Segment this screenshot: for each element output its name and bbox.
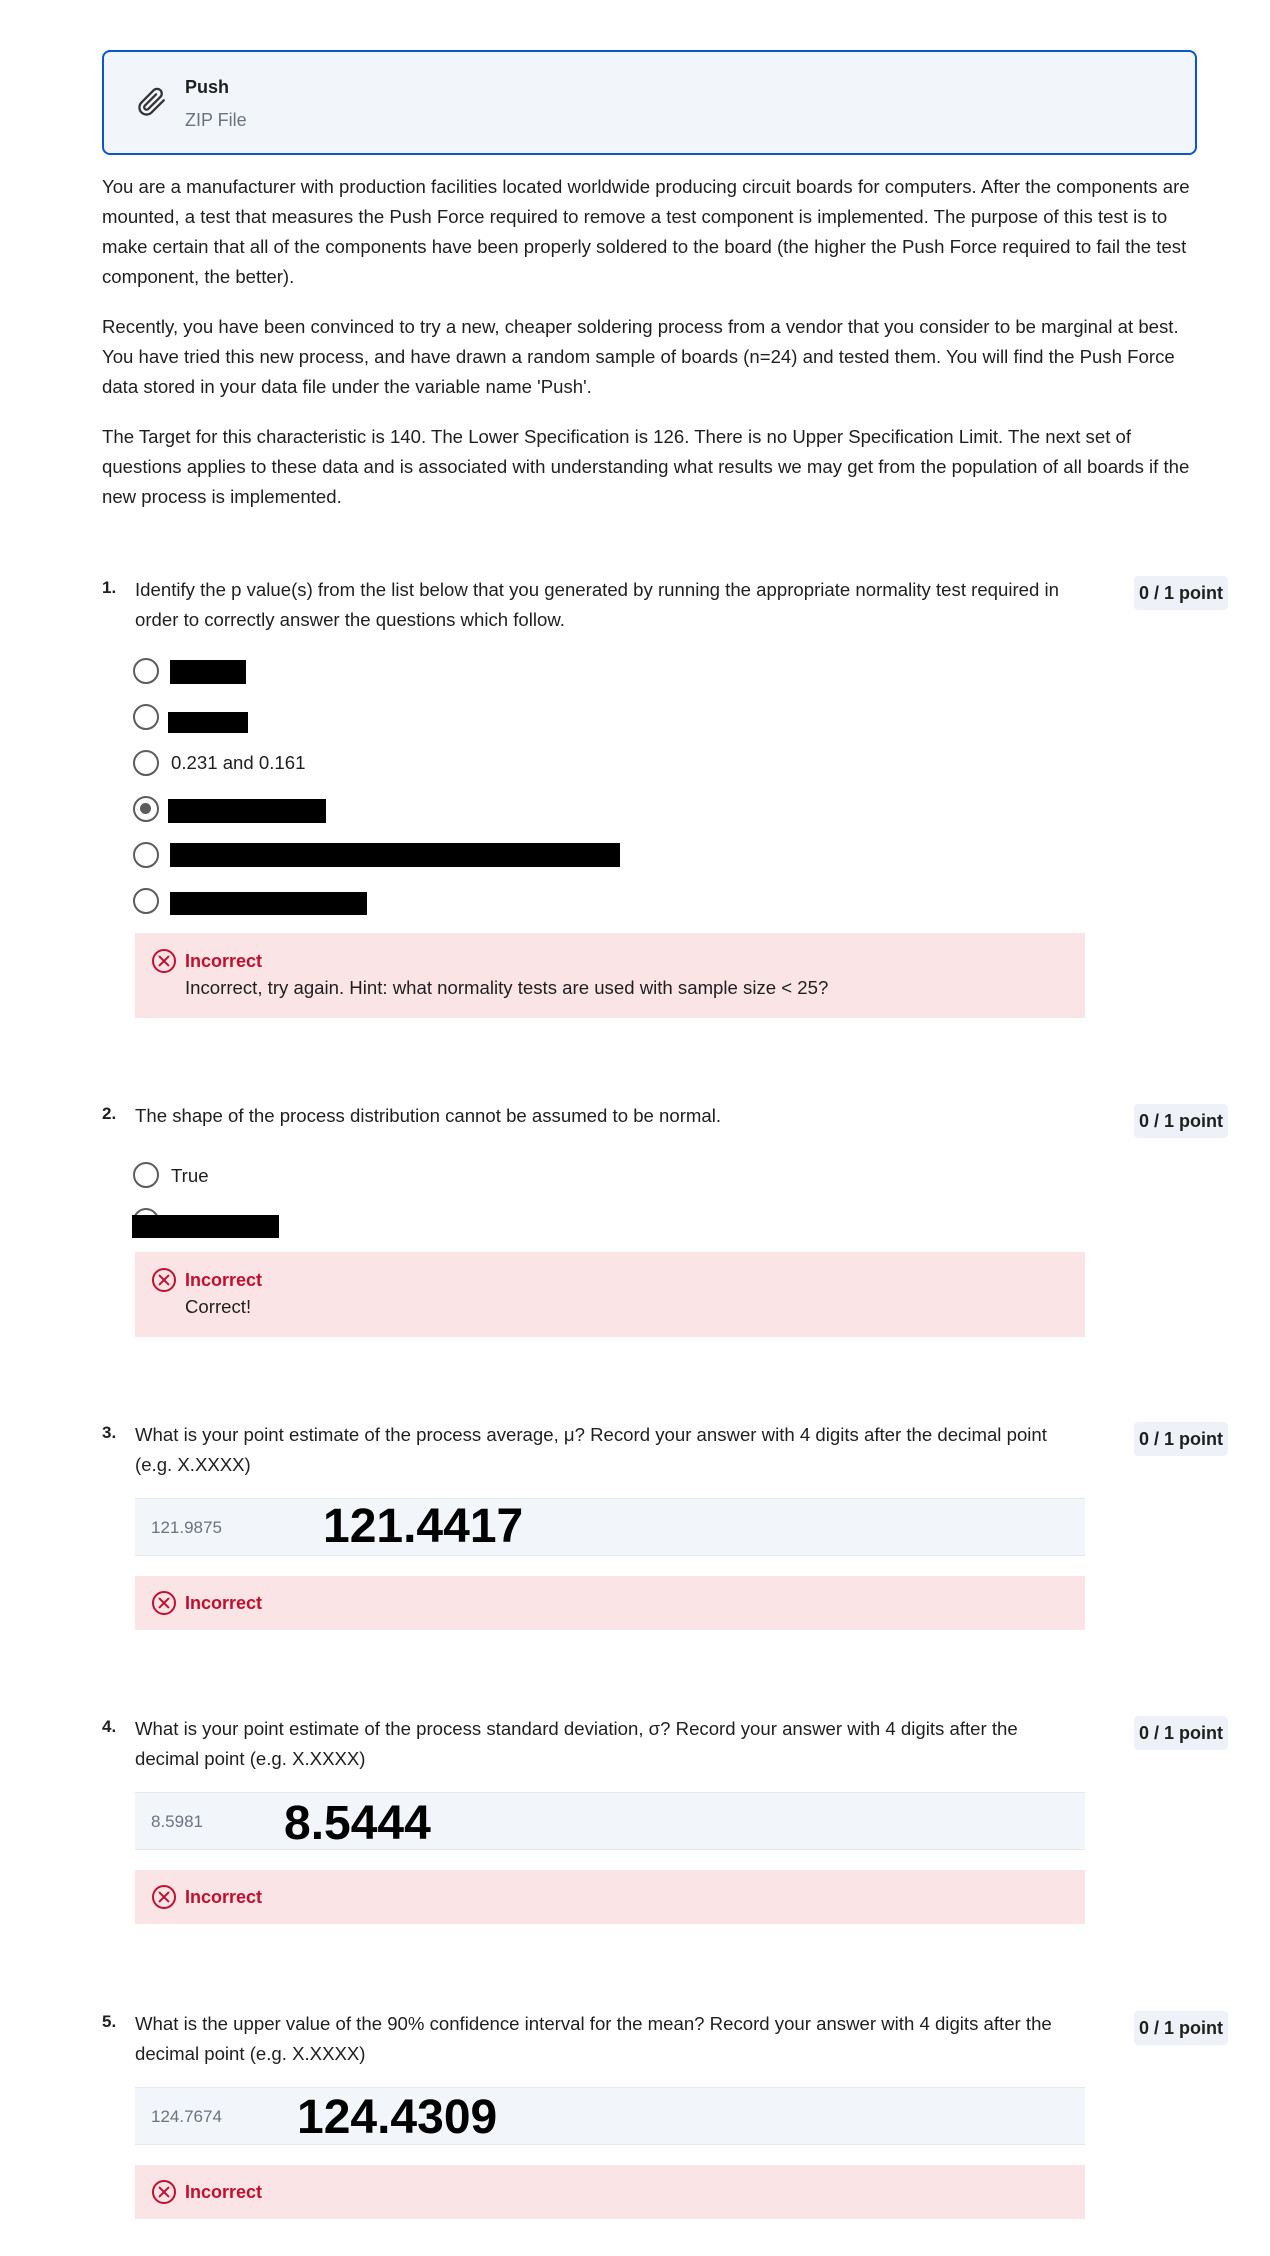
option-label: True	[171, 1165, 209, 1186]
option-label: 0.231 and 0.161	[171, 752, 306, 773]
redacted-option	[170, 892, 367, 915]
feedback-status: Incorrect	[185, 1887, 263, 1907]
option-radio[interactable]	[133, 750, 159, 776]
intro-paragraph: You are a manufacturer with production f…	[102, 176, 1190, 287]
option-radio[interactable]	[133, 658, 159, 684]
question-text: The shape of the process distribution ca…	[135, 1105, 722, 1126]
feedback-message: Incorrect, try again. Hint: what normali…	[185, 977, 829, 998]
attachment-type: ZIP File	[185, 110, 247, 130]
redacted-option	[168, 712, 248, 733]
option-radio[interactable]	[133, 704, 159, 730]
option-radio-selected[interactable]	[133, 796, 159, 822]
redacted-option	[170, 843, 620, 867]
annotation-number: 124.4309	[297, 2091, 498, 2144]
feedback-status: Incorrect	[185, 951, 263, 971]
points-badge: 0 / 1 point	[1134, 576, 1228, 610]
annotation-number: 121.4417	[323, 1500, 524, 1553]
question-number: 3.	[102, 1423, 117, 1442]
question-text: Identify the p value(s) from the list be…	[135, 579, 1060, 630]
points-badge: 0 / 1 point	[1134, 1104, 1228, 1138]
question-number: 2.	[102, 1104, 117, 1123]
redacted-option	[168, 799, 326, 823]
question-text: What is the upper value of the 90% confi…	[135, 2013, 1052, 2064]
paperclip-icon	[134, 84, 168, 118]
feedback-panel: Incorrect Correct!	[135, 1252, 1085, 1337]
answer-field[interactable]: 8.5981	[135, 1792, 1085, 1850]
points-badge: 0 / 1 point	[1134, 1422, 1228, 1456]
points-badge: 0 / 1 point	[1134, 1716, 1228, 1750]
attachment-card[interactable]: Push ZIP File	[102, 50, 1197, 155]
option-radio[interactable]	[133, 842, 159, 868]
answer-field[interactable]: 124.7674	[135, 2087, 1085, 2145]
error-circle-icon	[152, 1591, 176, 1615]
feedback-panel: Incorrect	[135, 1870, 1085, 1924]
answer-value: 121.9875	[151, 1518, 222, 1537]
error-circle-icon	[152, 1885, 176, 1909]
option-radio[interactable]	[133, 1162, 159, 1188]
answer-field[interactable]: 121.9875	[135, 1498, 1085, 1556]
error-circle-icon	[152, 2180, 176, 2204]
question-number: 5.	[102, 2012, 117, 2031]
annotation-number: 8.5444	[284, 1797, 431, 1850]
intro-paragraph: Recently, you have been convinced to try…	[102, 316, 1179, 397]
attachment-title: Push	[185, 77, 230, 97]
error-circle-icon	[152, 949, 176, 973]
answer-value: 124.7674	[151, 2107, 222, 2126]
redacted-option	[132, 1215, 279, 1238]
feedback-message: Correct!	[185, 1296, 252, 1317]
feedback-status: Incorrect	[185, 2182, 263, 2202]
question-number: 4.	[102, 1717, 117, 1736]
intro-paragraph: The Target for this characteristic is 14…	[102, 426, 1190, 507]
option-radio[interactable]	[133, 888, 159, 914]
question-number: 1.	[102, 578, 117, 597]
answer-value: 8.5981	[151, 1812, 203, 1831]
feedback-panel: Incorrect Incorrect, try again. Hint: wh…	[135, 933, 1085, 1018]
redacted-option	[170, 660, 246, 684]
feedback-panel: Incorrect	[135, 2165, 1085, 2219]
points-badge: 0 / 1 point	[1134, 2011, 1228, 2045]
question-text: What is your point estimate of the proce…	[135, 1718, 1018, 1769]
feedback-panel: Incorrect	[135, 1576, 1085, 1630]
question-text: What is your point estimate of the proce…	[135, 1424, 1047, 1475]
feedback-status: Incorrect	[185, 1270, 263, 1290]
feedback-status: Incorrect	[185, 1593, 263, 1613]
error-circle-icon	[152, 1268, 176, 1292]
